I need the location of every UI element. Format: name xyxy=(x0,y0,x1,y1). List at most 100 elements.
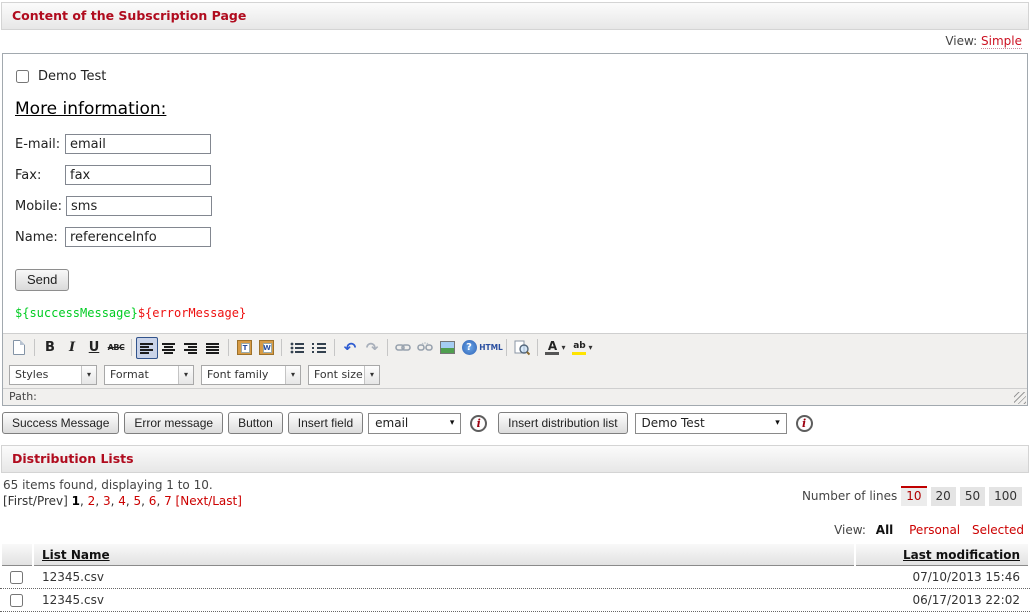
editor-path-bar: Path: xyxy=(3,388,1027,405)
lines-option-10[interactable]: 10 xyxy=(901,486,926,506)
next-last-link[interactable]: [Next/Last] xyxy=(176,494,242,508)
numbered-list-button[interactable] xyxy=(308,337,330,359)
view-all-selected[interactable]: All xyxy=(876,523,894,537)
row-checkbox[interactable] xyxy=(10,594,23,607)
new-document-button[interactable] xyxy=(8,337,30,359)
email-field[interactable] xyxy=(65,134,211,154)
underline-icon: U xyxy=(89,340,100,355)
view-mode-label: View: xyxy=(945,34,977,48)
underline-button[interactable]: U xyxy=(83,337,105,359)
error-message-token: ${errorMessage} xyxy=(138,306,246,320)
font-size-select[interactable]: Font size ▾ xyxy=(308,365,380,385)
align-left-button[interactable] xyxy=(136,337,158,359)
numbered-list-icon xyxy=(312,342,326,354)
align-right-button[interactable] xyxy=(180,337,202,359)
view-mode-bar: View: Simple xyxy=(0,30,1030,51)
insert-distribution-list-button[interactable]: Insert distribution list xyxy=(498,412,627,434)
strikethrough-button[interactable]: ABC xyxy=(105,337,127,359)
table-row: 12345.csv 07/10/2013 15:46 xyxy=(0,566,1030,589)
field-info-icon[interactable]: i xyxy=(470,415,487,432)
font-color-button[interactable]: A ▾ xyxy=(542,337,569,359)
redo-icon: ↷ xyxy=(366,339,379,357)
page-link-5[interactable]: 5 xyxy=(134,494,142,508)
fax-field[interactable] xyxy=(65,165,211,185)
mobile-field[interactable] xyxy=(66,196,212,216)
number-of-lines-control: Number of lines 10 20 50 100 xyxy=(802,486,1022,506)
name-field[interactable] xyxy=(65,227,211,247)
view-selected-link[interactable]: Selected xyxy=(972,523,1024,537)
remove-link-button[interactable] xyxy=(414,337,436,359)
success-message-token: ${successMessage} xyxy=(15,306,138,320)
highlight-color-button[interactable]: ab ▾ xyxy=(569,337,596,359)
error-message-button[interactable]: Error message xyxy=(124,412,223,434)
help-button[interactable]: ? xyxy=(458,337,480,359)
chevron-down-icon: ▾ xyxy=(770,418,786,428)
toolbar-separator xyxy=(34,339,35,356)
editor-toolbar: B I U ABC T W ↶ ↷ xyxy=(3,333,1027,361)
toolbar-separator xyxy=(281,339,282,356)
font-family-select[interactable]: Font family ▾ xyxy=(201,365,301,385)
styles-select[interactable]: Styles ▾ xyxy=(9,365,97,385)
lines-option-100[interactable]: 100 xyxy=(989,487,1022,506)
toolbar-separator xyxy=(228,339,229,356)
path-label: Path: xyxy=(9,390,37,403)
undo-button[interactable]: ↶ xyxy=(339,337,361,359)
toolbar-separator xyxy=(131,339,132,356)
demo-test-checkbox[interactable] xyxy=(16,70,29,83)
align-right-icon xyxy=(184,342,198,354)
highlight-color-icon: ab xyxy=(572,341,586,355)
table-header-row: List Name Last modification xyxy=(0,544,1030,566)
font-color-icon: A xyxy=(545,341,559,355)
insert-actions-row: Success Message Error message Button Ins… xyxy=(2,411,1028,435)
sort-by-name[interactable]: List Name xyxy=(42,548,110,562)
button-button[interactable]: Button xyxy=(228,412,283,434)
table-view-filter: View: All Personal Selected xyxy=(0,523,1024,539)
toolbar-separator xyxy=(537,339,538,356)
format-select[interactable]: Format ▾ xyxy=(104,365,194,385)
lines-option-50[interactable]: 50 xyxy=(960,487,985,506)
mobile-field-label: Mobile: xyxy=(15,199,62,214)
table-row: 12345.csv 06/17/2013 22:02 xyxy=(0,589,1030,612)
paste-from-word-button[interactable]: W xyxy=(255,337,277,359)
edit-html-button[interactable]: HTML xyxy=(480,337,502,359)
editor-content-area[interactable]: Demo Test More information: E-mail: Fax:… xyxy=(3,54,1027,333)
list-info-icon[interactable]: i xyxy=(796,415,813,432)
italic-icon: I xyxy=(69,340,75,355)
sort-by-modification[interactable]: Last modification xyxy=(903,548,1020,562)
distribution-list-select[interactable]: Demo Test ▾ xyxy=(635,413,787,434)
insert-field-button[interactable]: Insert field xyxy=(288,412,363,434)
preview-button[interactable] xyxy=(511,337,533,359)
bullet-list-button[interactable] xyxy=(286,337,308,359)
row-checkbox[interactable] xyxy=(10,571,23,584)
distribution-lists-title: Distribution Lists xyxy=(12,451,134,466)
align-center-button[interactable] xyxy=(158,337,180,359)
chevron-down-icon: ▾ xyxy=(364,366,379,384)
page-link-4[interactable]: 4 xyxy=(118,494,126,508)
strikethrough-icon: ABC xyxy=(108,343,125,352)
highlight-color-dropdown-arrow[interactable]: ▾ xyxy=(588,343,592,352)
view-simple-link[interactable]: Simple xyxy=(981,34,1022,49)
toolbar-separator xyxy=(387,339,388,356)
redo-button[interactable]: ↷ xyxy=(361,337,383,359)
field-select[interactable]: email ▾ xyxy=(368,413,461,434)
undo-icon: ↶ xyxy=(344,339,357,357)
send-button[interactable]: Send xyxy=(15,269,69,291)
paste-as-text-button[interactable]: T xyxy=(233,337,255,359)
font-color-dropdown-arrow[interactable]: ▾ xyxy=(561,343,565,352)
success-message-button[interactable]: Success Message xyxy=(2,412,119,434)
chevron-down-icon: ▾ xyxy=(178,366,193,384)
chevron-down-icon: ▾ xyxy=(285,366,300,384)
chevron-down-icon: ▾ xyxy=(81,366,96,384)
italic-button[interactable]: I xyxy=(61,337,83,359)
page-link-7[interactable]: 7 xyxy=(164,494,172,508)
insert-link-button[interactable] xyxy=(392,337,414,359)
lines-option-20[interactable]: 20 xyxy=(931,487,956,506)
insert-image-button[interactable] xyxy=(436,337,458,359)
align-justify-button[interactable] xyxy=(202,337,224,359)
chevron-down-icon: ▾ xyxy=(444,418,460,428)
editor-resize-handle[interactable] xyxy=(1014,392,1026,404)
view-personal-link[interactable]: Personal xyxy=(909,523,960,537)
bold-button[interactable]: B xyxy=(39,337,61,359)
html-source-icon: HTML xyxy=(479,343,503,352)
page-link-3[interactable]: 3 xyxy=(103,494,111,508)
